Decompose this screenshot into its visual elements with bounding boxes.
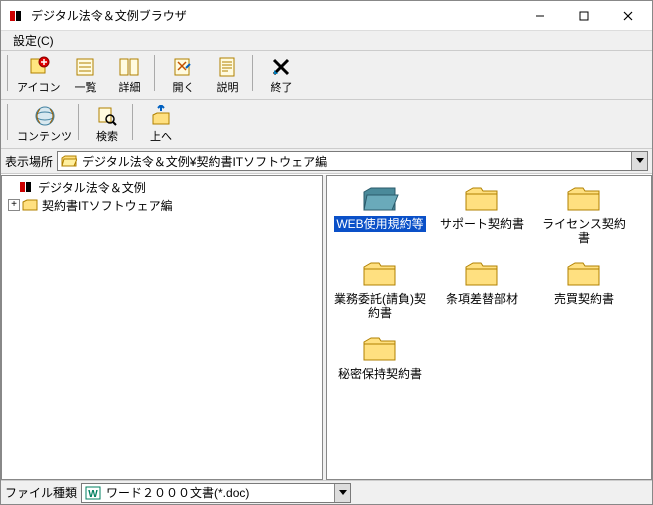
up-icon xyxy=(150,105,172,127)
filetype-value: ワード２０００文書(*.doc) xyxy=(104,484,334,501)
list-view-label: 一覧 xyxy=(74,79,96,95)
search-button[interactable]: 検索 xyxy=(86,102,128,146)
tree-spacer xyxy=(4,181,16,193)
main-area: デジタル法令＆文例 + 契約書ITソフトウェア編 WEB使用規約等サポート契約書… xyxy=(1,174,652,480)
close-button[interactable] xyxy=(606,2,650,30)
tree-root-label: デジタル法令＆文例 xyxy=(36,179,148,196)
toolbar-sep-2 xyxy=(252,55,256,91)
description-label: 説明 xyxy=(216,79,238,95)
address-dropdown-button[interactable] xyxy=(631,152,647,170)
folder-item[interactable]: 秘密保持契約書 xyxy=(331,334,429,382)
address-bar: 表示場所 デジタル法令＆文例¥契約書ITソフトウェア編 xyxy=(1,149,652,174)
statusbar: ファイル種類 W ワード２０００文書(*.doc) xyxy=(1,480,652,504)
address-label: 表示場所 xyxy=(5,153,53,170)
exit-icon xyxy=(270,56,292,78)
folder-closed-icon xyxy=(565,184,603,214)
detail-view-label: 詳細 xyxy=(118,79,140,95)
contents-icon xyxy=(34,105,56,127)
tree-panel[interactable]: デジタル法令＆文例 + 契約書ITソフトウェア編 xyxy=(1,175,323,480)
folder-closed-icon xyxy=(361,259,399,289)
folder-label: 秘密保持契約書 xyxy=(336,366,424,382)
folder-label: WEB使用規約等 xyxy=(334,216,425,232)
description-button[interactable]: 説明 xyxy=(206,53,248,97)
list-view-button[interactable]: 一覧 xyxy=(64,53,106,97)
up-label: 上へ xyxy=(150,128,172,144)
filetype-dropdown-button[interactable] xyxy=(334,484,350,502)
titlebar: デジタル法令＆文例ブラウザ xyxy=(1,1,652,31)
open-button[interactable]: 開く xyxy=(162,53,204,97)
description-icon xyxy=(216,56,238,78)
toolbar-sep-3 xyxy=(78,104,82,140)
menubar: 設定(C) xyxy=(1,31,652,51)
maximize-button[interactable] xyxy=(562,2,606,30)
up-button[interactable]: 上へ xyxy=(140,102,182,146)
address-combo[interactable]: デジタル法令＆文例¥契約書ITソフトウェア編 xyxy=(57,151,648,171)
exit-label: 終了 xyxy=(270,79,292,95)
tree-child-1-label: 契約書ITソフトウェア編 xyxy=(40,197,175,214)
toolbar-main: アイコン 一覧 詳細 開く 説明 xyxy=(1,51,652,100)
folder-item[interactable]: サポート契約書 xyxy=(433,184,531,247)
toolbar-nav: コンテンツ 検索 上へ xyxy=(1,100,652,149)
folder-item[interactable]: WEB使用規約等 xyxy=(331,184,429,247)
app-window: デジタル法令＆文例ブラウザ 設定(C) アイコン 一覧 詳細 xyxy=(0,0,653,505)
folder-list-panel[interactable]: WEB使用規約等サポート契約書ライセンス契約書業務委託(請負)契約書条項差替部材… xyxy=(326,175,652,480)
folder-item[interactable]: ライセンス契約書 xyxy=(535,184,633,247)
chevron-down-icon xyxy=(636,158,644,164)
folder-open-icon xyxy=(60,153,78,169)
address-path: デジタル法令＆文例¥契約書ITソフトウェア編 xyxy=(80,153,631,170)
contents-label: コンテンツ xyxy=(17,128,72,144)
folder-open-icon xyxy=(361,184,399,214)
tree-root[interactable]: デジタル法令＆文例 xyxy=(4,178,320,196)
icon-view-icon xyxy=(28,56,50,78)
icon-view-button[interactable]: アイコン xyxy=(15,53,62,97)
open-icon xyxy=(172,56,194,78)
menu-settings[interactable]: 設定(C) xyxy=(7,30,60,51)
toolbar-sep-1 xyxy=(154,55,158,91)
folder-closed-icon xyxy=(565,259,603,289)
open-label: 開く xyxy=(172,79,194,95)
word-doc-icon: W xyxy=(84,485,102,501)
search-label: 検索 xyxy=(96,128,118,144)
icon-view-label: アイコン xyxy=(17,79,60,95)
contents-button[interactable]: コンテンツ xyxy=(15,102,74,146)
exit-button[interactable]: 終了 xyxy=(260,53,302,97)
folder-closed-icon xyxy=(463,259,501,289)
folder-closed-icon xyxy=(463,184,501,214)
list-view-icon xyxy=(74,56,96,78)
folder-item[interactable]: 条項差替部材 xyxy=(433,259,531,322)
folder-label: サポート契約書 xyxy=(438,216,526,232)
tree-expand-button[interactable]: + xyxy=(8,199,20,211)
filetype-combo[interactable]: W ワード２０００文書(*.doc) xyxy=(81,483,351,503)
folder-item[interactable]: 売買契約書 xyxy=(535,259,633,322)
detail-view-icon xyxy=(118,56,140,78)
tree-child-1[interactable]: + 契約書ITソフトウェア編 xyxy=(4,196,320,214)
window-title: デジタル法令＆文例ブラウザ xyxy=(31,7,518,24)
toolbar-sep-4 xyxy=(132,104,136,140)
folder-label: 業務委託(請負)契約書 xyxy=(331,291,429,322)
detail-view-button[interactable]: 詳細 xyxy=(108,53,150,97)
folder-label: ライセンス契約書 xyxy=(535,216,633,247)
filetype-label: ファイル種類 xyxy=(5,484,77,501)
app-logo-icon xyxy=(9,8,25,24)
folder-label: 条項差替部材 xyxy=(444,291,520,307)
folder-label: 売買契約書 xyxy=(552,291,616,307)
chevron-down-icon xyxy=(339,490,347,496)
folder-closed-icon xyxy=(361,334,399,364)
toolbar-grip-2 xyxy=(7,104,11,140)
folder-closed-icon xyxy=(22,198,38,212)
search-icon xyxy=(96,105,118,127)
folder-item[interactable]: 業務委託(請負)契約書 xyxy=(331,259,429,322)
app-logo-icon xyxy=(18,180,34,194)
svg-text:W: W xyxy=(88,489,98,500)
toolbar-grip xyxy=(7,55,11,91)
minimize-button[interactable] xyxy=(518,2,562,30)
